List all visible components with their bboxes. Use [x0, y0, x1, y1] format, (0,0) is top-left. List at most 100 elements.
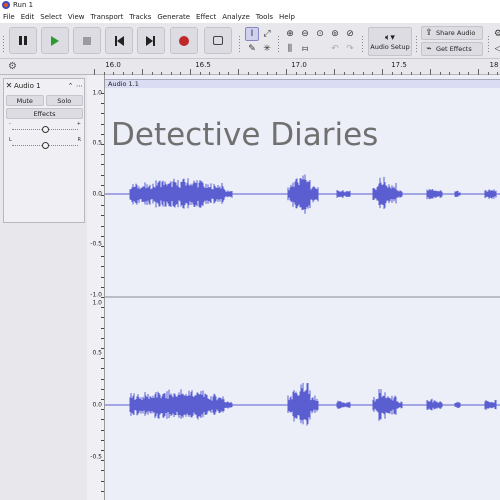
- share-audio-button[interactable]: ⇪ Share Audio: [421, 26, 483, 40]
- get-effects-button[interactable]: ⌁ Get Effects: [421, 42, 483, 56]
- zoom-out-button[interactable]: ⊖: [298, 27, 312, 41]
- amplitude-tick: [101, 450, 104, 451]
- amplitude-tick: [101, 235, 104, 237]
- ruler-tick-label: 17.5: [391, 61, 407, 69]
- mute-button[interactable]: Mute: [6, 95, 44, 106]
- clip-header[interactable]: Audio 1.1: [105, 79, 500, 88]
- audio-setup-label: Audio Setup: [370, 42, 410, 51]
- draw-tool-button[interactable]: ✎: [245, 42, 259, 56]
- toolbar-grip-icon[interactable]: [361, 35, 364, 53]
- skip-to-start-button[interactable]: [105, 27, 133, 54]
- menu-generate[interactable]: Generate: [154, 11, 193, 23]
- gain-minus-label: -: [9, 121, 11, 127]
- overflow-tool-button[interactable]: ⚙: [491, 27, 500, 41]
- audio-setup-button[interactable]: 🔈︎▾ Audio Setup: [368, 27, 412, 56]
- loop-button[interactable]: [204, 27, 232, 54]
- menu-edit[interactable]: Edit: [18, 11, 38, 23]
- pan-left-label: L: [9, 137, 12, 143]
- menu-effect[interactable]: Effect: [193, 11, 219, 23]
- trim-icon: ⫼: [287, 44, 293, 54]
- menu-tracks[interactable]: Tracks: [126, 11, 154, 23]
- menu-transport[interactable]: Transport: [88, 11, 127, 23]
- pause-button[interactable]: [9, 27, 37, 54]
- amplitude-tick: [101, 246, 104, 247]
- overflow-tool-button-2[interactable]: ◁: [491, 42, 500, 56]
- menu-file[interactable]: File: [0, 11, 18, 23]
- window-title: Run 1: [13, 1, 34, 9]
- amplitude-tick: [101, 164, 104, 166]
- track-control-panel: ✕ Audio 1 ⌃ ⋯ Mute Solo Effects - + L R: [0, 75, 87, 500]
- gain-slider[interactable]: - +: [9, 121, 81, 135]
- loop-icon: [213, 36, 223, 45]
- ruler-tick-label: 16.5: [195, 61, 211, 69]
- undo-button[interactable]: ↶: [328, 42, 342, 56]
- trim-audio-button[interactable]: ⫼: [283, 42, 297, 56]
- solo-button[interactable]: Solo: [45, 95, 83, 106]
- waveform-area[interactable]: Audio 1.1 Detective Diaries: [105, 75, 500, 500]
- amplitude-tick: [101, 429, 104, 431]
- envelope-icon: ⤢: [263, 29, 271, 39]
- redo-icon: ↷: [346, 44, 354, 54]
- toolbar-grip-icon[interactable]: [487, 35, 490, 53]
- plug-icon: ⌁: [426, 44, 432, 54]
- pan-right-label: R: [77, 137, 81, 143]
- gain-slider-knob[interactable]: [42, 126, 49, 133]
- fit-project-button[interactable]: ⊚: [328, 27, 342, 41]
- menu-view[interactable]: View: [65, 11, 88, 23]
- amplitude-tick: [101, 490, 104, 492]
- zoom-in-button[interactable]: ⊕: [283, 27, 297, 41]
- zoom-toggle-button[interactable]: ⊘: [343, 27, 357, 41]
- skip-to-start-icon: [114, 35, 124, 46]
- menu-analyze[interactable]: Analyze: [219, 11, 253, 23]
- ruler-tick-label: 18: [489, 61, 499, 69]
- amplitude-tick: [101, 348, 104, 349]
- menu-help[interactable]: Help: [276, 11, 298, 23]
- selection-tool-button[interactable]: I: [245, 27, 259, 41]
- record-button[interactable]: [170, 27, 198, 54]
- toolbar-grip-icon[interactable]: [415, 35, 418, 53]
- asterisk-icon: ✳: [263, 44, 271, 54]
- menu-tools[interactable]: Tools: [253, 11, 276, 23]
- speaker-icon: 🔈︎▾: [385, 32, 395, 43]
- amplitude-tick: [101, 103, 104, 105]
- amplitude-tick: [101, 113, 104, 115]
- amplitude-tick: [101, 327, 104, 329]
- timeline-ruler[interactable]: 16.0 16.5 17.0 17.5 18: [90, 59, 500, 75]
- redo-button[interactable]: ↷: [343, 42, 357, 56]
- amplitude-label: 0.0: [92, 190, 102, 198]
- toolbar-grip-icon[interactable]: [277, 35, 280, 53]
- timeline-settings-gear-icon[interactable]: ⚙: [8, 61, 17, 72]
- track-menu-icon[interactable]: ⋯: [75, 82, 84, 90]
- amplitude-tick: [101, 480, 104, 482]
- toolbar: I ⤢ ✎ ✳ ⊕ ⊖ ⊙ ⊚ ⊘ ⫼ ⧦ ↶ ↷ 🔈︎▾ Audio Setu…: [0, 23, 500, 59]
- close-track-icon[interactable]: ✕: [4, 81, 14, 90]
- get-effects-label: Get Effects: [436, 45, 472, 53]
- amplitude-label: 0.0: [92, 401, 102, 409]
- track-name[interactable]: Audio 1: [14, 82, 66, 90]
- toolbar-grip-icon[interactable]: [238, 35, 241, 53]
- menu-select[interactable]: Select: [37, 11, 65, 23]
- play-button[interactable]: [41, 27, 69, 54]
- effects-button[interactable]: Effects: [6, 108, 83, 119]
- pan-slider[interactable]: L R: [9, 137, 81, 151]
- clip-name: Audio 1.1: [108, 80, 139, 88]
- collapse-track-icon[interactable]: ⌃: [66, 82, 75, 90]
- audacity-logo-icon: [2, 1, 10, 9]
- fit-selection-button[interactable]: ⊙: [313, 27, 327, 41]
- toolbar-grip-icon[interactable]: [2, 35, 5, 53]
- amplitude-tick: [101, 154, 104, 156]
- pan-slider-knob[interactable]: [42, 142, 49, 149]
- amplitude-ruler[interactable]: 1.0 0.5 0.0 -0.5 -1.0 1.0 0.5 0.0 -0.5: [87, 75, 105, 500]
- envelope-tool-button[interactable]: ⤢: [260, 27, 274, 41]
- multi-tool-button[interactable]: ✳: [260, 42, 274, 56]
- skip-to-end-button[interactable]: [137, 27, 165, 54]
- amplitude-tick: [101, 205, 104, 207]
- stop-button[interactable]: [73, 27, 101, 54]
- zoom-fit-icon: ⊚: [331, 29, 339, 39]
- amplitude-tick: [101, 460, 104, 462]
- amplitude-tick: [101, 297, 104, 298]
- upload-icon: ⇪: [425, 28, 433, 38]
- zoom-in-icon: ⊕: [286, 29, 294, 39]
- silence-audio-button[interactable]: ⧦: [298, 42, 312, 56]
- amplitude-tick: [101, 307, 104, 309]
